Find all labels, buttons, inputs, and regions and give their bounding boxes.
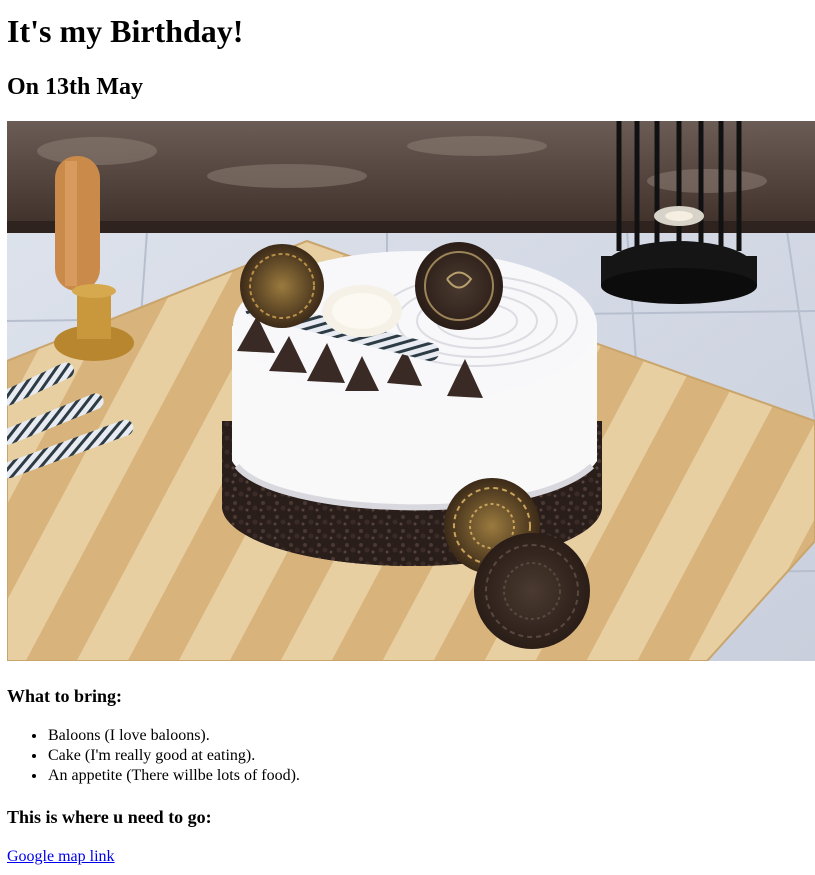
bring-list: Baloons (I love baloons). Cake (I'm real…	[7, 726, 300, 786]
birthday-page: It's my Birthday! On 13th May What to br…	[0, 0, 815, 875]
list-item: Cake (I'm really good at eating).	[47, 746, 300, 766]
page-subtitle: On 13th May	[7, 74, 144, 100]
what-to-bring-heading: What to bring:	[7, 686, 123, 706]
page-title: It's my Birthday!	[7, 13, 244, 49]
list-item: An appetite (There willbe lots of food).	[47, 766, 300, 786]
where-to-go-heading: This is where u need to go:	[7, 807, 212, 827]
google-map-link[interactable]: Google map link	[7, 847, 115, 867]
list-item: Baloons (I love baloons).	[47, 726, 300, 746]
cake-image	[7, 121, 815, 661]
